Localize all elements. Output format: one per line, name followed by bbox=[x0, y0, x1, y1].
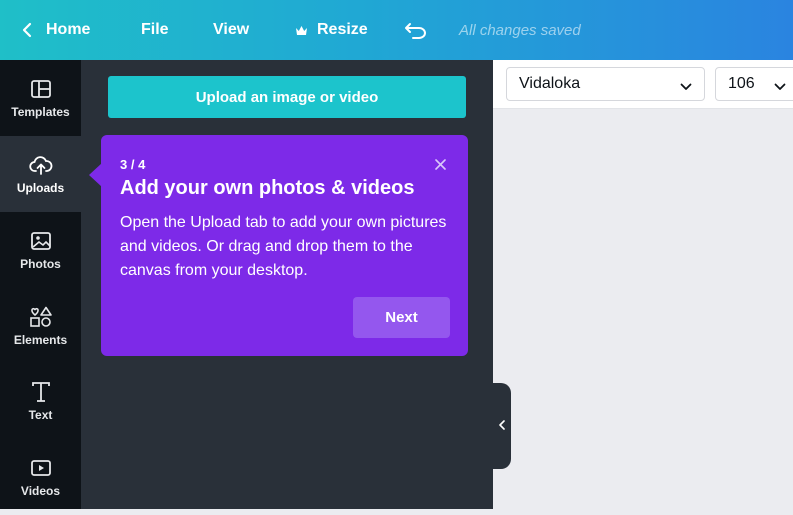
left-rail: Templates Uploads Photos Elements Text V… bbox=[0, 60, 81, 509]
rail-item-photos[interactable]: Photos bbox=[0, 212, 81, 288]
rail-item-elements[interactable]: Elements bbox=[0, 288, 81, 364]
elements-icon bbox=[29, 305, 53, 329]
undo-icon bbox=[404, 21, 428, 39]
chevron-down-icon bbox=[680, 78, 692, 96]
resize-button[interactable]: Resize bbox=[295, 0, 368, 60]
font-family-value: Vidaloka bbox=[519, 75, 581, 92]
rail-label-videos: Videos bbox=[20, 484, 61, 498]
onboarding-tooltip: 3 / 4 Add your own photos & videos Open … bbox=[101, 135, 468, 356]
collapse-panel-button[interactable] bbox=[493, 383, 511, 469]
home-label: Home bbox=[46, 21, 91, 38]
view-label: View bbox=[213, 21, 250, 38]
tooltip-title: Add your own photos & videos bbox=[120, 177, 415, 199]
chevron-down-icon bbox=[774, 78, 786, 96]
font-family-select[interactable]: Vidaloka bbox=[506, 67, 705, 101]
resize-label: Resize bbox=[317, 21, 368, 38]
font-size-value: 106 bbox=[728, 75, 755, 92]
font-size-select[interactable]: 106 bbox=[715, 67, 793, 101]
file-menu[interactable]: File bbox=[141, 0, 169, 60]
crown-icon bbox=[295, 25, 308, 36]
rail-label-text: Text bbox=[28, 408, 53, 422]
chevron-left-icon bbox=[22, 22, 32, 38]
tooltip-step-counter: 3 / 4 bbox=[120, 157, 146, 172]
rail-label-uploads: Uploads bbox=[16, 181, 65, 195]
templates-icon bbox=[29, 77, 53, 101]
editor-toolbar: Vidaloka 106 bbox=[493, 60, 793, 109]
view-menu[interactable]: View bbox=[213, 0, 249, 60]
home-button[interactable]: Home bbox=[22, 0, 90, 60]
upload-media-button[interactable]: Upload an image or video bbox=[108, 76, 466, 118]
close-icon[interactable] bbox=[431, 155, 449, 173]
rail-label-photos: Photos bbox=[20, 257, 61, 271]
next-button[interactable]: Next bbox=[353, 297, 450, 338]
text-icon bbox=[29, 380, 53, 404]
top-bar: Home File View Resize All changes saved bbox=[0, 0, 793, 60]
photos-icon bbox=[29, 229, 53, 253]
videos-icon bbox=[29, 456, 53, 480]
upload-cloud-icon bbox=[28, 153, 53, 177]
chevron-left-icon bbox=[499, 417, 505, 435]
undo-button[interactable] bbox=[404, 0, 428, 60]
rail-label-templates: Templates bbox=[11, 105, 70, 119]
tooltip-body: Open the Upload tab to add your own pict… bbox=[120, 214, 447, 279]
rail-item-uploads[interactable]: Uploads bbox=[0, 136, 81, 212]
rail-item-text[interactable]: Text bbox=[0, 363, 81, 439]
file-label: File bbox=[141, 21, 169, 38]
rail-item-videos[interactable]: Videos bbox=[0, 439, 81, 515]
design-canvas-area[interactable] bbox=[493, 110, 793, 509]
rail-label-elements: Elements bbox=[13, 333, 68, 347]
rail-item-templates[interactable]: Templates bbox=[0, 60, 81, 136]
save-status: All changes saved bbox=[459, 21, 581, 39]
